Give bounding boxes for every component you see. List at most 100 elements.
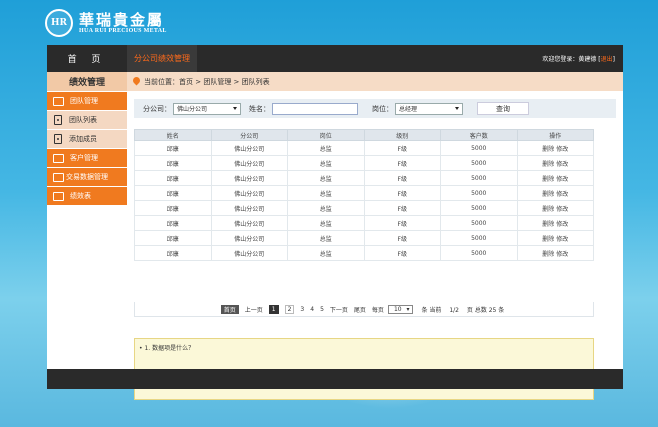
table-cell: 总监 [287,140,365,156]
table-cell: 总监 [287,215,365,231]
table-row: 邱康 佛山分公司 总监 F级 5000 删除 修改 [134,230,594,246]
column-header: 分公司 [210,129,288,141]
row-actions[interactable]: 删除 修改 [516,170,594,186]
sidebar-item-label: 绩效表 [70,192,91,200]
table-cell: 佛山分公司 [210,155,288,171]
table-cell: 5000 [440,155,518,171]
pager-page[interactable]: 2 [284,304,295,314]
filter-bar: 分公司： 佛山分公司 姓名： 岗位： 总经理 查询 [134,99,616,118]
name-label: 姓名： [249,104,270,113]
sidebar-item-customer-management[interactable]: 客户管理 [47,149,127,167]
row-actions[interactable]: 删除 修改 [516,185,594,201]
row-actions[interactable]: 删除 修改 [516,230,594,246]
row-actions[interactable]: 删除 修改 [516,200,594,216]
table-cell: 佛山分公司 [210,140,288,156]
table-row: 邱康 佛山分公司 总监 F级 5000 删除 修改 [134,140,594,156]
sidebar-item-label: 添加成员 [69,135,97,143]
table-row: 邱康 佛山分公司 总监 F级 5000 删除 修改 [134,200,594,216]
logout-link[interactable]: 退出 [601,56,613,63]
main-content: 当前位置：首页 > 团队管理 > 团队列表 分公司： 佛山分公司 姓名： 岗位：… [127,72,623,400]
pager-page[interactable]: 4 [310,306,314,313]
table-row: 邱康 佛山分公司 总监 F级 5000 删除 修改 [134,185,594,201]
table-cell: 佛山分公司 [210,245,288,261]
pager-next[interactable]: 下一页 [330,305,348,314]
table-row: 邱康 佛山分公司 总监 F级 5000 删除 修改 [134,155,594,171]
document-icon [54,115,62,125]
sidebar-item-label: 团队管理 [70,97,98,105]
notice-text: • 1. 数据项是什么？ [139,345,195,352]
app-window: 首 页 分公司绩效管理 欢迎您登录：黄建德 [退出] 绩效管理 团队管理 团队列… [47,45,623,400]
table-cell: 邱康 [134,245,212,261]
table-cell: F级 [363,185,441,201]
sidebar-item-performance-table[interactable]: 绩效表 [47,187,127,205]
team-table: 姓名 分公司 岗位 级别 客户数 操作 邱康 佛山分公司 总监 F级 5000 删除 修改… [134,129,594,261]
table-cell: F级 [363,215,441,231]
brand-logo: HR 華瑞貴金屬 HUA RUI PRECIOUS METAL [45,8,167,38]
row-actions[interactable]: 删除 修改 [516,215,594,231]
table-row: 邱康 佛山分公司 总监 F级 5000 删除 修改 [134,245,594,261]
pager-first[interactable]: 首页 [220,304,239,314]
sidebar-item-team-list[interactable]: 团队列表 [47,111,127,129]
row-actions[interactable]: 删除 修改 [516,245,594,261]
pager-last[interactable]: 尾页 [354,305,366,314]
table-cell: 5000 [440,230,518,246]
tab-branch-performance[interactable]: 分公司绩效管理 [127,45,197,72]
column-header: 姓名 [134,129,212,141]
folder-icon [53,172,64,182]
table-row: 邱康 佛山分公司 总监 F级 5000 删除 修改 [134,170,594,186]
sidebar-item-add-member[interactable]: 添加成员 [47,130,127,148]
table-cell: 5000 [440,185,518,201]
table-cell: F级 [363,230,441,246]
per-page-label: 每页 [371,306,384,314]
table-cell: 5000 [440,170,518,186]
branch-label: 分公司： [143,104,171,113]
chevron-down-icon [233,106,237,110]
table-cell: 总监 [287,170,365,186]
sidebar-item-label: 团队列表 [69,116,97,124]
tab-home[interactable]: 首 页 [47,45,127,72]
table-cell: 佛山分公司 [210,185,288,201]
table-body: 邱康 佛山分公司 总监 F级 5000 删除 修改 邱康 佛山分公司 总监 F级 5000 删除 修改… [134,140,594,261]
pager-prev[interactable]: 上一页 [245,305,263,314]
name-input[interactable] [272,102,358,115]
column-header: 客户数 [440,129,518,141]
footer-bar [47,369,623,389]
position-label: 岗位： [372,104,393,113]
sidebar-title: 绩效管理 [47,72,127,91]
table-cell: F级 [363,140,441,156]
user-info: 欢迎您登录：黄建德 [退出] [542,56,615,63]
row-actions[interactable]: 删除 修改 [516,155,594,171]
table-cell: 佛山分公司 [210,200,288,216]
pager-page[interactable]: 3 [300,306,304,313]
sidebar-item-label: 客户管理 [70,154,98,162]
column-header: 操作 [516,129,594,141]
table-cell: 邱康 [134,215,212,231]
pager-page[interactable]: 1 [268,304,279,314]
pager-page[interactable]: 5 [320,306,324,313]
table-cell: 邱康 [134,230,212,246]
table-cell: 5000 [440,140,518,156]
position-select[interactable]: 总经理 [395,102,463,115]
chevron-down-icon [455,106,459,110]
table-cell: 5000 [440,215,518,231]
branch-select[interactable]: 佛山分公司 [173,102,241,115]
table-cell: 佛山分公司 [210,230,288,246]
breadcrumb-text: 当前位置：首页 > 团队管理 > 团队列表 [144,77,270,86]
column-header: 级别 [363,129,441,141]
table-cell: F级 [363,155,441,171]
table-cell: 总监 [287,155,365,171]
table-cell: 邱康 [134,140,212,156]
sidebar-item-trade-data[interactable]: 交易数据管理 [47,168,127,186]
table-cell: 邱康 [134,170,212,186]
table-cell: 5000 [440,200,518,216]
table-cell: F级 [363,245,441,261]
query-button[interactable]: 查询 [477,102,529,115]
per-page-select[interactable]: 10 ▾ [387,304,413,314]
pagination: 首页 上一页 1 2 3 4 5 下一页 尾页 每页 10 ▾ 条 当前 1/2… [134,302,594,317]
sidebar-item-label: 交易数据管理 [66,173,108,181]
table-cell: F级 [363,170,441,186]
row-actions[interactable]: 删除 修改 [516,140,594,156]
document-icon [54,134,62,144]
breadcrumb: 当前位置：首页 > 团队管理 > 团队列表 [127,72,623,91]
sidebar-item-team-management[interactable]: 团队管理 [47,92,127,110]
